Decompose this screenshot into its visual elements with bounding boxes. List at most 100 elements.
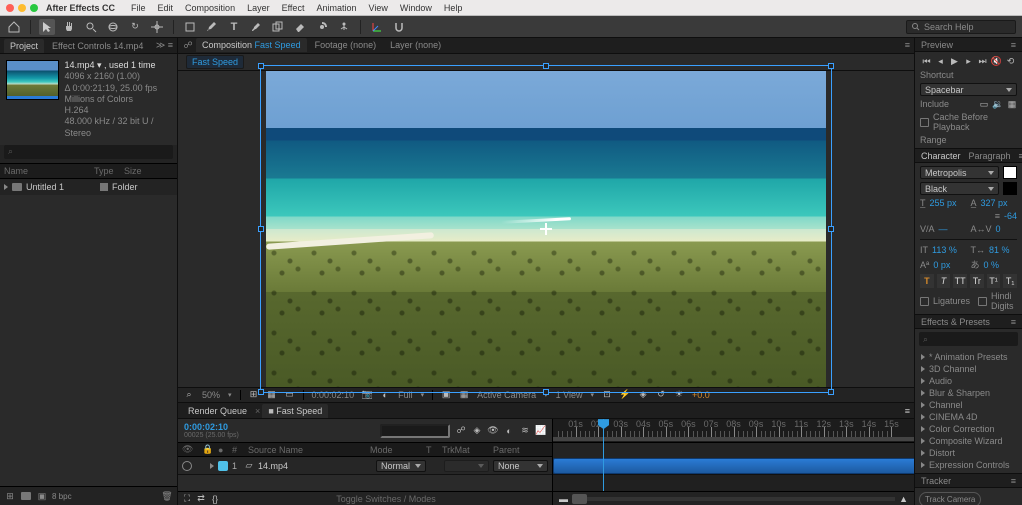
- track-camera-button[interactable]: Track Camera: [919, 492, 981, 505]
- shortcut-dropdown[interactable]: Spacebar: [920, 83, 1017, 96]
- puppet-tool-icon[interactable]: [336, 19, 352, 35]
- timeline-zoom-slider[interactable]: [572, 497, 895, 501]
- all-caps-button[interactable]: TT: [953, 274, 967, 288]
- effects-category[interactable]: Expression Controls: [915, 459, 1022, 471]
- comp-breadcrumb[interactable]: Fast Speed: [186, 55, 244, 69]
- resize-handle[interactable]: [258, 63, 264, 69]
- layer-name[interactable]: 14.mp4: [258, 461, 372, 471]
- new-folder-icon[interactable]: [20, 490, 32, 502]
- effects-category[interactable]: Blur & Sharpen: [915, 387, 1022, 399]
- toggle-switches-button[interactable]: Toggle Switches / Modes: [224, 494, 548, 504]
- effects-category[interactable]: Composite Wizard: [915, 435, 1022, 447]
- disclosure-icon[interactable]: [921, 390, 925, 396]
- kerning-field[interactable]: —: [939, 224, 948, 234]
- zoom-in-icon[interactable]: ▲: [899, 494, 908, 504]
- zoom-handle[interactable]: [572, 494, 587, 504]
- tab-timeline-comp[interactable]: ■ Fast Speed: [262, 404, 328, 418]
- shy-icon[interactable]: 👁: [488, 426, 498, 436]
- mute-icon[interactable]: 🔇: [991, 55, 1003, 67]
- hindi-checkbox[interactable]: [978, 297, 987, 306]
- stroke-color-swatch[interactable]: [1003, 182, 1017, 195]
- next-frame-icon[interactable]: ▸: [963, 55, 975, 67]
- menu-layer[interactable]: Layer: [247, 3, 270, 13]
- disclosure-icon[interactable]: [921, 462, 925, 468]
- clip-thumbnail[interactable]: [6, 60, 59, 100]
- menu-animation[interactable]: Animation: [316, 3, 356, 13]
- tab-effect-controls[interactable]: Effect Controls 14.mp4: [46, 39, 149, 53]
- motion-blur-icon[interactable]: ≋: [520, 426, 530, 436]
- frame-blend-icon[interactable]: ◐: [504, 426, 514, 436]
- disclosure-icon[interactable]: [921, 438, 925, 444]
- toggle-switches-icon[interactable]: ⇄: [196, 494, 206, 504]
- rotate-tool-icon[interactable]: ↻: [127, 19, 143, 35]
- effects-category[interactable]: CINEMA 4D: [915, 411, 1022, 423]
- menu-file[interactable]: File: [131, 3, 146, 13]
- roto-tool-icon[interactable]: [314, 19, 330, 35]
- effects-category[interactable]: Channel: [915, 399, 1022, 411]
- snap-icon[interactable]: [391, 19, 407, 35]
- comp-mini-flowchart-icon[interactable]: ☍: [456, 426, 466, 436]
- close-window-icon[interactable]: [6, 4, 14, 12]
- layer-label-swatch[interactable]: [218, 461, 228, 471]
- disclosure-icon[interactable]: [4, 184, 8, 190]
- magnify-icon[interactable]: ⌕: [184, 390, 194, 400]
- graph-editor-icon[interactable]: 📈: [536, 426, 546, 436]
- trkmat-dropdown[interactable]: [444, 460, 489, 472]
- small-caps-button[interactable]: Tr: [970, 274, 984, 288]
- anchor-tool-icon[interactable]: [149, 19, 165, 35]
- first-frame-icon[interactable]: ⏮: [921, 55, 933, 67]
- minimize-window-icon[interactable]: [18, 4, 26, 12]
- font-style-dropdown[interactable]: Black: [920, 182, 999, 195]
- resize-handle[interactable]: [258, 389, 264, 395]
- resize-handle[interactable]: [258, 226, 264, 232]
- home-icon[interactable]: [6, 19, 22, 35]
- disclosure-icon[interactable]: [921, 450, 925, 456]
- tab-render-queue[interactable]: Render Queue: [182, 404, 253, 418]
- tab-paragraph[interactable]: Paragraph: [969, 151, 1011, 161]
- zoom-tool-icon[interactable]: [83, 19, 99, 35]
- composition-viewer[interactable]: [178, 71, 914, 387]
- include-audio-icon[interactable]: 🔉: [993, 99, 1003, 109]
- loop-icon[interactable]: ⟲: [1005, 55, 1017, 67]
- auto-leading-field[interactable]: -64: [1004, 211, 1017, 221]
- font-family-dropdown[interactable]: Metropolis: [920, 166, 999, 179]
- new-comp-icon[interactable]: ▣: [36, 490, 48, 502]
- pen-tool-icon[interactable]: [204, 19, 220, 35]
- cache-checkbox[interactable]: [920, 118, 929, 127]
- tab-character[interactable]: Character: [921, 151, 961, 161]
- parent-dropdown[interactable]: None: [493, 460, 548, 472]
- help-search[interactable]: Search Help: [906, 20, 1016, 34]
- disclosure-icon[interactable]: [210, 463, 214, 469]
- disclosure-icon[interactable]: [921, 354, 925, 360]
- tab-footage[interactable]: Footage (none): [309, 38, 383, 52]
- interpret-icon[interactable]: ⊞: [4, 490, 16, 502]
- resize-handle[interactable]: [543, 389, 549, 395]
- draft3d-icon[interactable]: ◈: [472, 426, 482, 436]
- visibility-toggle[interactable]: [182, 461, 192, 471]
- effects-category[interactable]: Color Correction: [915, 423, 1022, 435]
- faux-bold-button[interactable]: T: [920, 274, 934, 288]
- resize-handle[interactable]: [543, 63, 549, 69]
- effects-category[interactable]: Distort: [915, 447, 1022, 459]
- type-tool-icon[interactable]: T: [226, 19, 242, 35]
- clone-tool-icon[interactable]: [270, 19, 286, 35]
- include-overlays-icon[interactable]: ▦: [1007, 99, 1017, 109]
- effects-category[interactable]: * Animation Presets: [915, 351, 1022, 363]
- project-row-folder[interactable]: Untitled 1 Folder: [0, 179, 177, 195]
- layer-clip-bar[interactable]: [553, 458, 914, 474]
- tab-project[interactable]: Project: [4, 39, 44, 53]
- zoom-window-icon[interactable]: [30, 4, 38, 12]
- leading-field[interactable]: 327 px: [981, 198, 1008, 208]
- brush-tool-icon[interactable]: [248, 19, 264, 35]
- prev-frame-icon[interactable]: ◂: [935, 55, 947, 67]
- disclosure-icon[interactable]: [921, 414, 925, 420]
- tracking-field[interactable]: 0: [996, 224, 1001, 234]
- timeline-tracks[interactable]: 01s02s03s04s05s06s07s08s09s10s11s12s13s1…: [553, 419, 914, 505]
- selection-tool-icon[interactable]: [39, 19, 55, 35]
- effects-category[interactable]: Audio: [915, 375, 1022, 387]
- current-timecode[interactable]: 0:00:02:10: [184, 422, 239, 432]
- font-size-field[interactable]: 255 px: [930, 198, 957, 208]
- zoom-dropdown[interactable]: 50%: [202, 390, 220, 400]
- disclosure-icon[interactable]: [921, 366, 925, 372]
- brackets-icon[interactable]: {}: [210, 494, 220, 504]
